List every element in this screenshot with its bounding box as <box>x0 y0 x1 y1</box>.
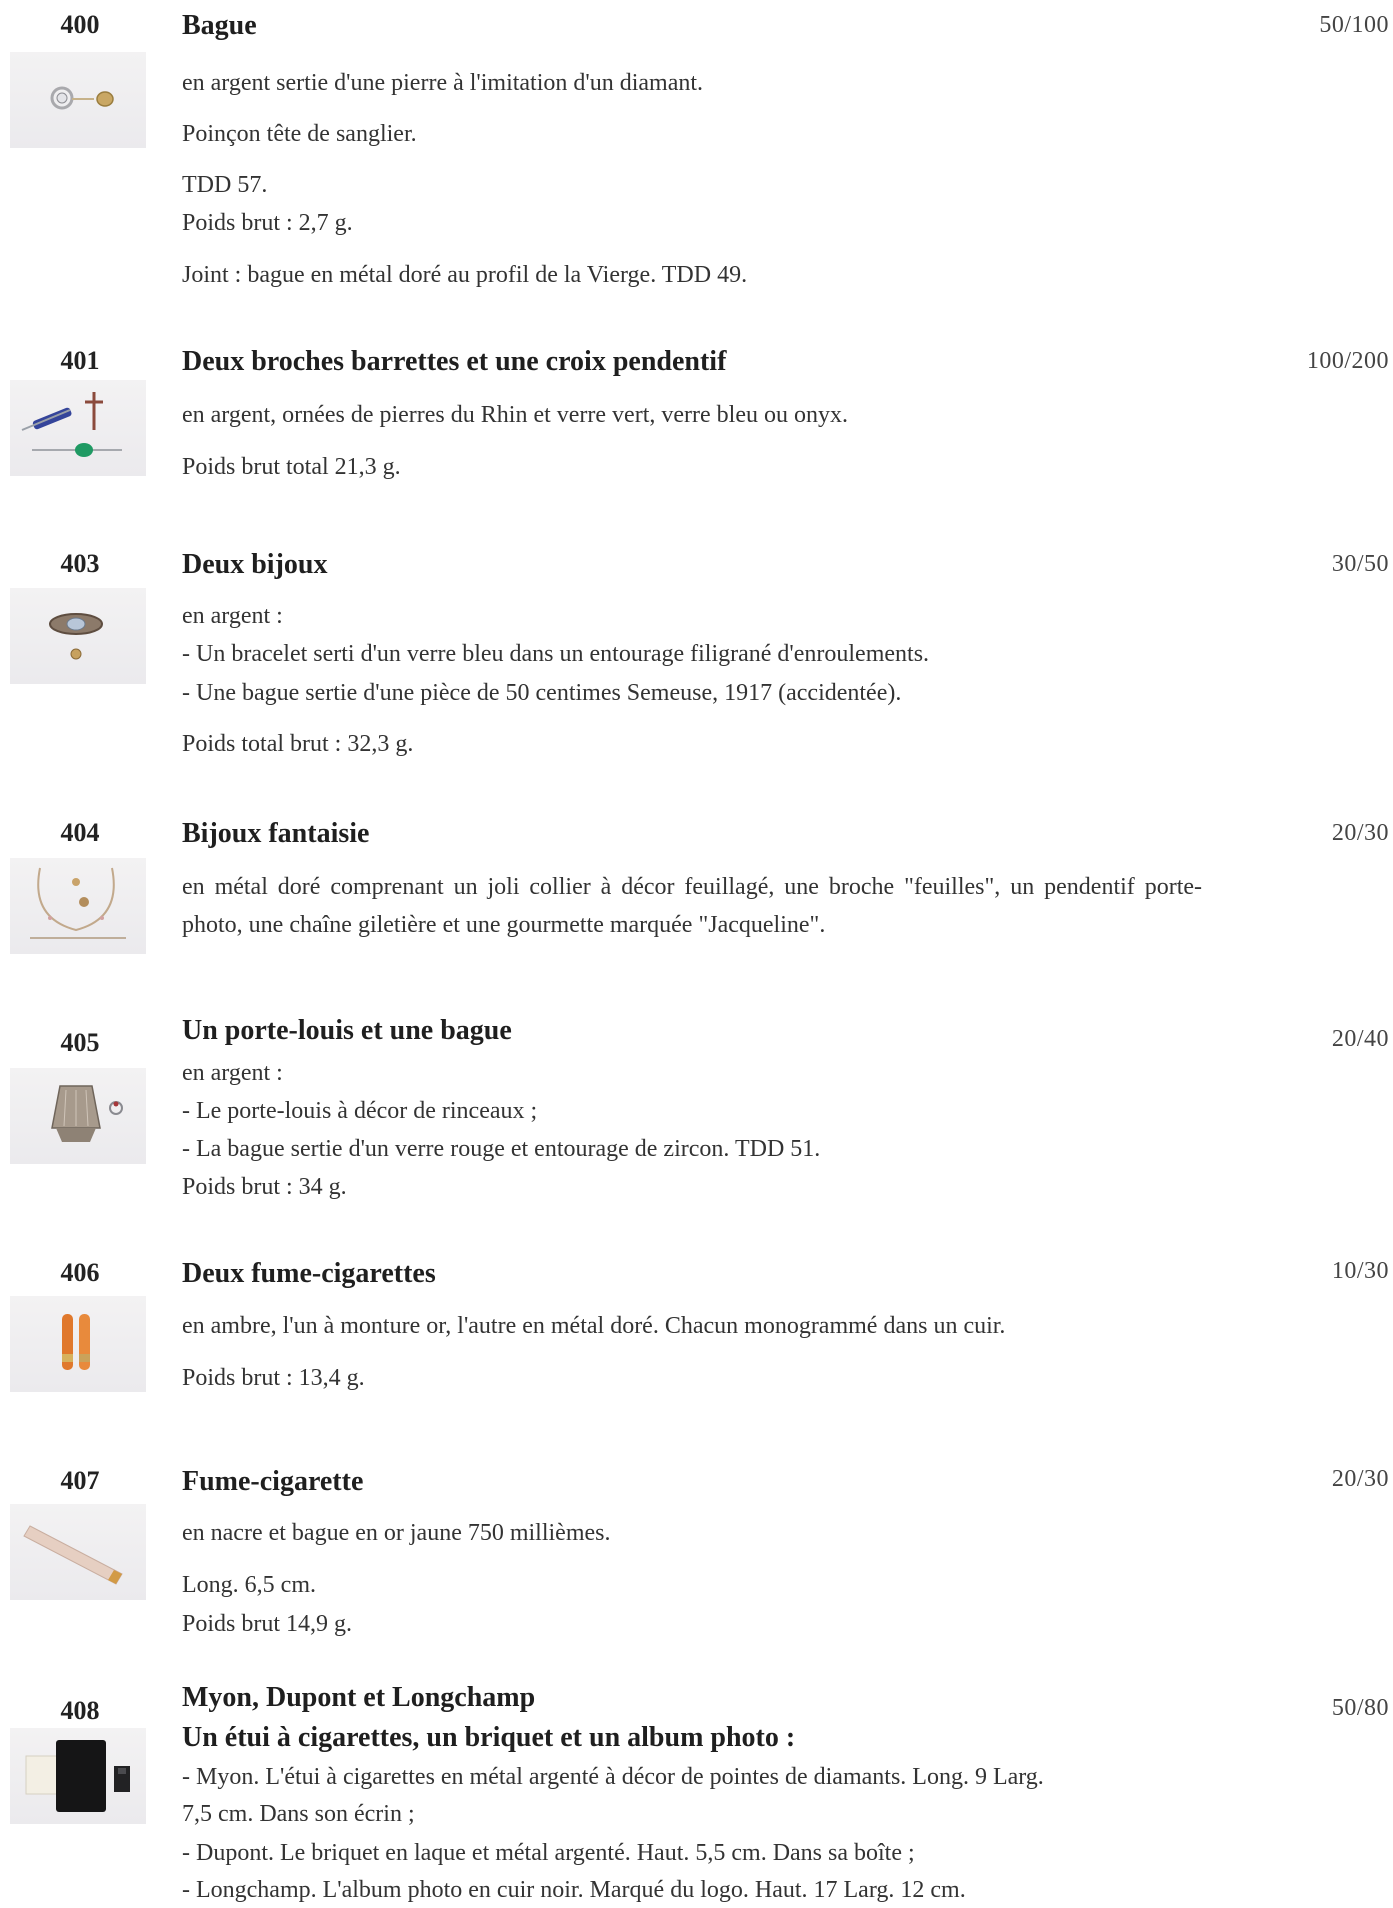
lot-estimate: 20/40 <box>1331 1026 1389 1052</box>
ring-photo[interactable] <box>10 52 146 148</box>
lot-title[interactable]: Fume-cigarette <box>182 1466 363 1498</box>
lot-description-line: en argent sertie d'une pierre à l'imitat… <box>182 70 704 96</box>
lot-description-line: Poids brut : 13,4 g. <box>182 1365 365 1391</box>
lot-description-line: TDD 57. <box>182 172 268 198</box>
coin-purse-ring-photo[interactable] <box>10 1068 146 1164</box>
lot-number: 408 <box>60 1696 100 1725</box>
lot-description-line: en ambre, l'un à monture or, l'autre en … <box>182 1313 1006 1339</box>
lot-description-line: en argent : <box>182 1060 283 1086</box>
lot-number: 405 <box>60 1028 100 1057</box>
lot-number: 403 <box>60 549 100 578</box>
lot-title[interactable]: Deux broches barrettes et une croix pend… <box>182 346 726 378</box>
lot-description-line: Poids brut 14,9 g. <box>182 1611 353 1637</box>
lot-description-line: Poids total brut : 32,3 g. <box>182 731 414 757</box>
lot-description-line: - Myon. L'étui à cigarettes en métal arg… <box>182 1764 1044 1790</box>
lot-estimate: 10/30 <box>1331 1258 1389 1284</box>
brooches-cross-photo[interactable] <box>10 380 146 476</box>
lot-description-line: en argent, ornées de pierres du Rhin et … <box>182 402 848 428</box>
nacre-cigarette-holder-photo[interactable] <box>10 1504 146 1600</box>
lot-description-line: en nacre et bague en or jaune 750 milliè… <box>182 1520 611 1546</box>
lot-title[interactable]: Bague <box>182 10 257 42</box>
case-lighter-album-photo[interactable] <box>10 1728 146 1824</box>
lot-title[interactable]: Deux bijoux <box>182 549 327 581</box>
lot-subtitle: Un étui à cigarettes, un briquet et un a… <box>182 1722 796 1753</box>
lot-estimate: 20/30 <box>1331 820 1389 846</box>
lot-description-paragraph: en métal doré comprenant un joli collier… <box>182 874 1202 938</box>
amber-cigarette-holders-photo[interactable] <box>10 1296 146 1392</box>
lot-description-line: Joint : bague en métal doré au profil de… <box>182 262 748 288</box>
bracelet-ring-photo[interactable] <box>10 588 146 684</box>
lot-description-line: Poids brut : 34 g. <box>182 1174 347 1200</box>
lot-estimate: 50/80 <box>1331 1695 1389 1721</box>
lot-description-line: en argent : <box>182 603 283 629</box>
costume-jewelry-photo[interactable] <box>10 858 146 954</box>
lot-estimate: 100/200 <box>1306 348 1389 374</box>
lot-description-line: - La bague sertie d'un verre rouge et en… <box>182 1136 821 1162</box>
lot-number: 400 <box>60 10 100 39</box>
lot-number: 404 <box>60 818 100 847</box>
lot-description-line: - Dupont. Le briquet en laque et métal a… <box>182 1840 915 1866</box>
lot-description-line: Poids brut : 2,7 g. <box>182 210 353 236</box>
lot-estimate: 20/30 <box>1331 1466 1389 1492</box>
lot-description-line: - Un bracelet serti d'un verre bleu dans… <box>182 641 930 667</box>
lot-estimate: 50/100 <box>1319 12 1389 38</box>
lot-description-line: Poinçon tête de sanglier. <box>182 121 417 147</box>
lot-estimate: 30/50 <box>1331 551 1389 577</box>
lot-description-line: - Longchamp. L'album photo en cuir noir.… <box>182 1877 966 1903</box>
lot-title[interactable]: Bijoux fantaisie <box>182 818 369 850</box>
lot-number: 401 <box>60 346 100 375</box>
lot-title[interactable]: Un porte-louis et une bague <box>182 1015 512 1047</box>
lot-number: 407 <box>60 1466 100 1495</box>
lot-description-line: - Le porte-louis à décor de rinceaux ; <box>182 1098 538 1124</box>
lot-title[interactable]: Deux fume-cigarettes <box>182 1258 436 1290</box>
lot-number: 406 <box>60 1258 100 1287</box>
lot-description-line: 7,5 cm. Dans son écrin ; <box>182 1801 415 1827</box>
lot-title[interactable]: Myon, Dupont et Longchamp <box>182 1682 535 1714</box>
lot-description-line: Long. 6,5 cm. <box>182 1572 316 1598</box>
lot-description-line: Poids brut total 21,3 g. <box>182 454 401 480</box>
lot-description-line: - Une bague sertie d'une pièce de 50 cen… <box>182 680 902 706</box>
